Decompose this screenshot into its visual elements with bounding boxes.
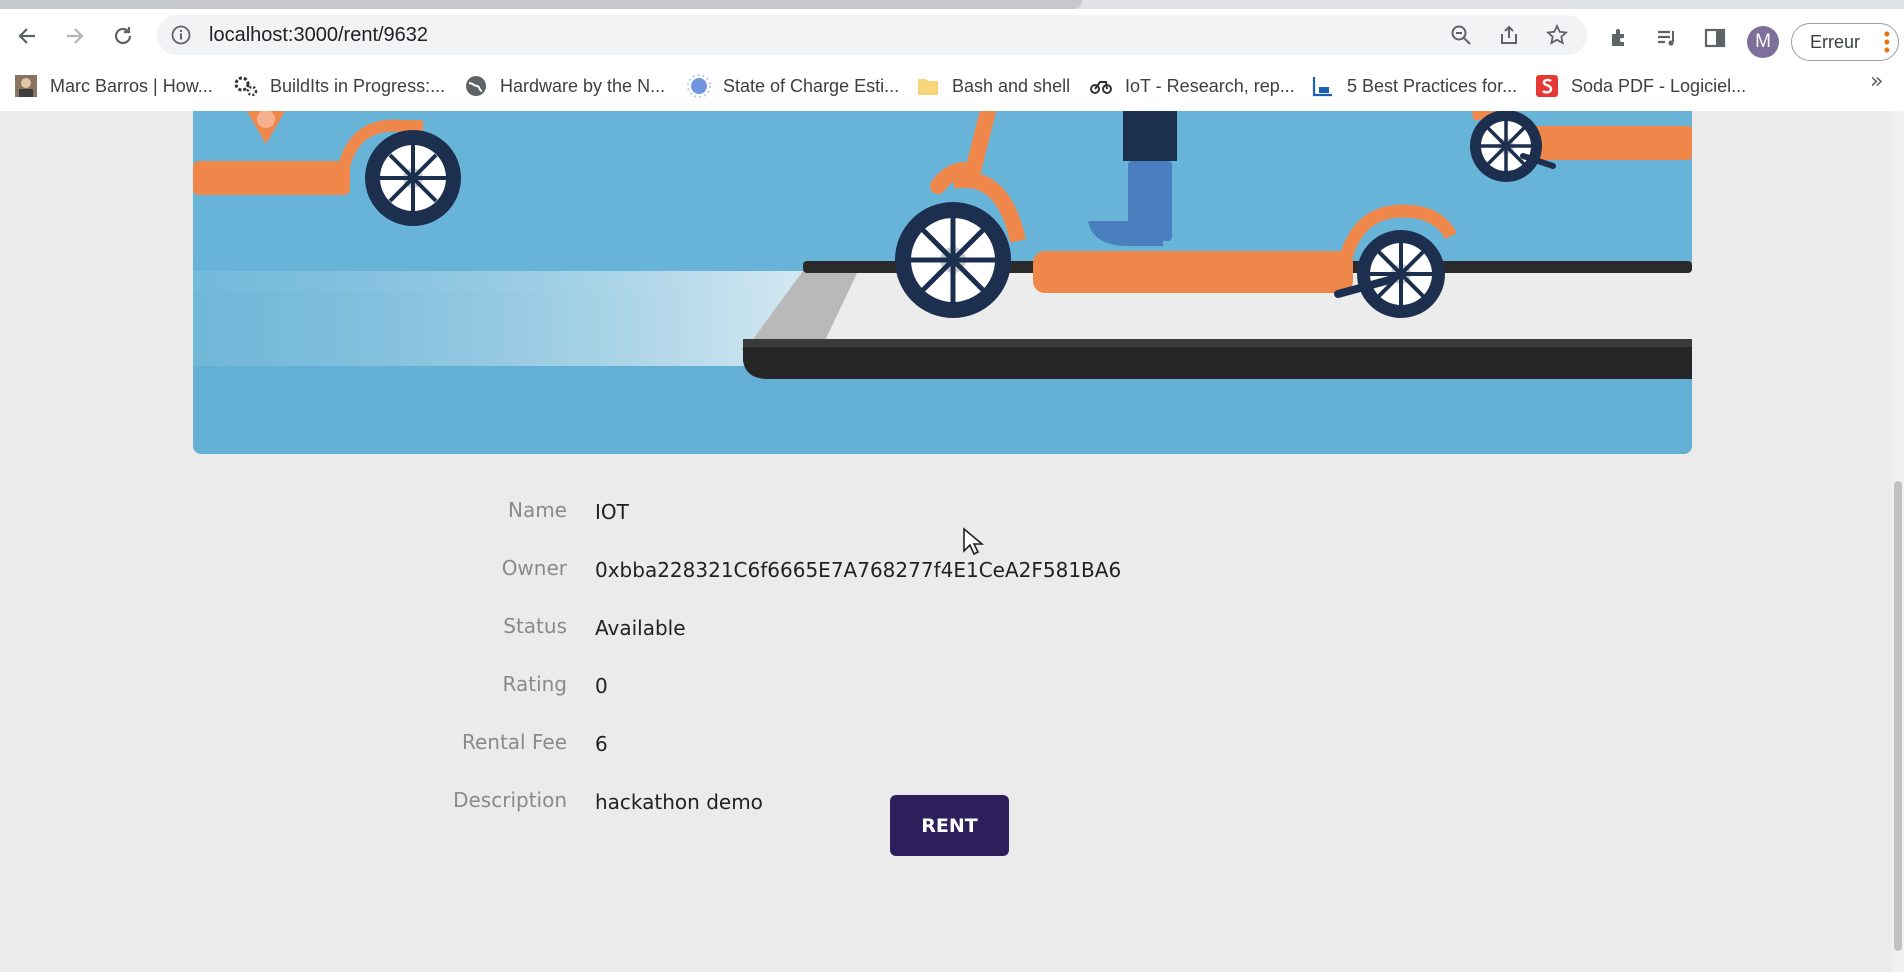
soda-pdf-icon	[1535, 74, 1559, 98]
bookmark-item[interactable]: Hardware by the N...	[464, 71, 665, 101]
status-value: Available	[595, 616, 686, 640]
bookmark-item[interactable]: Marc Barros | How...	[14, 71, 213, 101]
blue-blob-icon	[687, 74, 711, 98]
bookmark-item[interactable]: Soda PDF - Logiciel...	[1535, 71, 1746, 101]
bookmark-label: IoT - Research, rep...	[1125, 75, 1295, 96]
address-bar[interactable]: localhost:3000/rent/9632	[157, 15, 1587, 55]
rental-fee-value: 6	[595, 732, 608, 756]
profile-avatar[interactable]: M	[1747, 26, 1779, 58]
owner-label: Owner	[501, 556, 567, 580]
more-bookmarks-chevron-icon[interactable]: »	[1870, 69, 1883, 94]
zoom-out-icon[interactable]	[1450, 24, 1472, 46]
description-value: hackathon demo	[595, 790, 763, 814]
person-photo-icon	[14, 74, 38, 98]
bookmark-item[interactable]: IoT - Research, rep...	[1089, 71, 1295, 101]
status-label: Status	[503, 614, 567, 638]
scrollbar-thumb[interactable]	[1894, 481, 1902, 951]
mouse-cursor-icon	[962, 527, 985, 561]
back-arrow-icon[interactable]	[12, 21, 42, 51]
bike-icon	[1089, 74, 1113, 98]
rental-fee-label: Rental Fee	[461, 730, 567, 754]
chart-icon	[1311, 74, 1335, 98]
name-label: Name	[507, 498, 567, 522]
bookmark-item[interactable]: State of Charge Esti...	[687, 71, 899, 101]
side-panel-icon[interactable]	[1703, 26, 1729, 52]
gears-icon	[234, 74, 258, 98]
bookmarks-bar: Marc Barros | How... BuildIts in Progres…	[0, 61, 1904, 112]
owner-value: 0xbba228321C6f6665E7A768277f4E1CeA2F581B…	[595, 558, 1122, 582]
bookmark-label: 5 Best Practices for...	[1347, 75, 1518, 96]
bookmark-label: Soda PDF - Logiciel...	[1571, 75, 1747, 96]
forward-arrow-icon[interactable]	[60, 21, 90, 51]
bookmark-item[interactable]: Bash and shell	[916, 71, 1070, 101]
scooter-hero-image	[193, 111, 1692, 454]
rating-value: 0	[595, 674, 608, 698]
bookmark-item[interactable]: BuildIts in Progress:...	[234, 71, 445, 101]
bookmark-label: BuildIts in Progress:...	[270, 75, 446, 96]
page-scrollbar[interactable]	[1892, 111, 1904, 972]
globe-icon	[464, 74, 488, 98]
puzzle-extension-icon[interactable]	[1607, 26, 1633, 52]
menu-dots-icon: • • •	[1883, 24, 1890, 60]
description-label: Description	[453, 788, 567, 812]
media-queue-icon[interactable]	[1655, 26, 1681, 52]
error-update-button[interactable]: Erreur • • •	[1791, 23, 1899, 61]
bookmark-label: Hardware by the N...	[500, 75, 666, 96]
bookmark-label: State of Charge Esti...	[723, 75, 900, 96]
tab-strip	[0, 0, 1904, 9]
bookmark-item[interactable]: 5 Best Practices for...	[1311, 71, 1517, 101]
name-value: IOT	[595, 500, 629, 524]
bookmark-label: Marc Barros | How...	[50, 75, 213, 96]
reload-icon[interactable]	[108, 21, 138, 51]
active-tab[interactable]	[0, 0, 1082, 9]
bookmark-star-icon[interactable]	[1545, 23, 1569, 46]
site-info-icon[interactable]	[171, 25, 191, 49]
share-icon[interactable]	[1498, 24, 1520, 46]
folder-icon	[916, 74, 940, 98]
bookmark-label: Bash and shell	[952, 75, 1071, 96]
url-text[interactable]: localhost:3000/rent/9632	[209, 24, 428, 47]
browser-toolbar: localhost:3000/rent/9632 M Erreur • • •	[0, 9, 1904, 61]
rent-button[interactable]: RENT	[890, 795, 1009, 856]
rating-label: Rating	[502, 672, 567, 696]
error-label: Erreur	[1810, 32, 1861, 52]
